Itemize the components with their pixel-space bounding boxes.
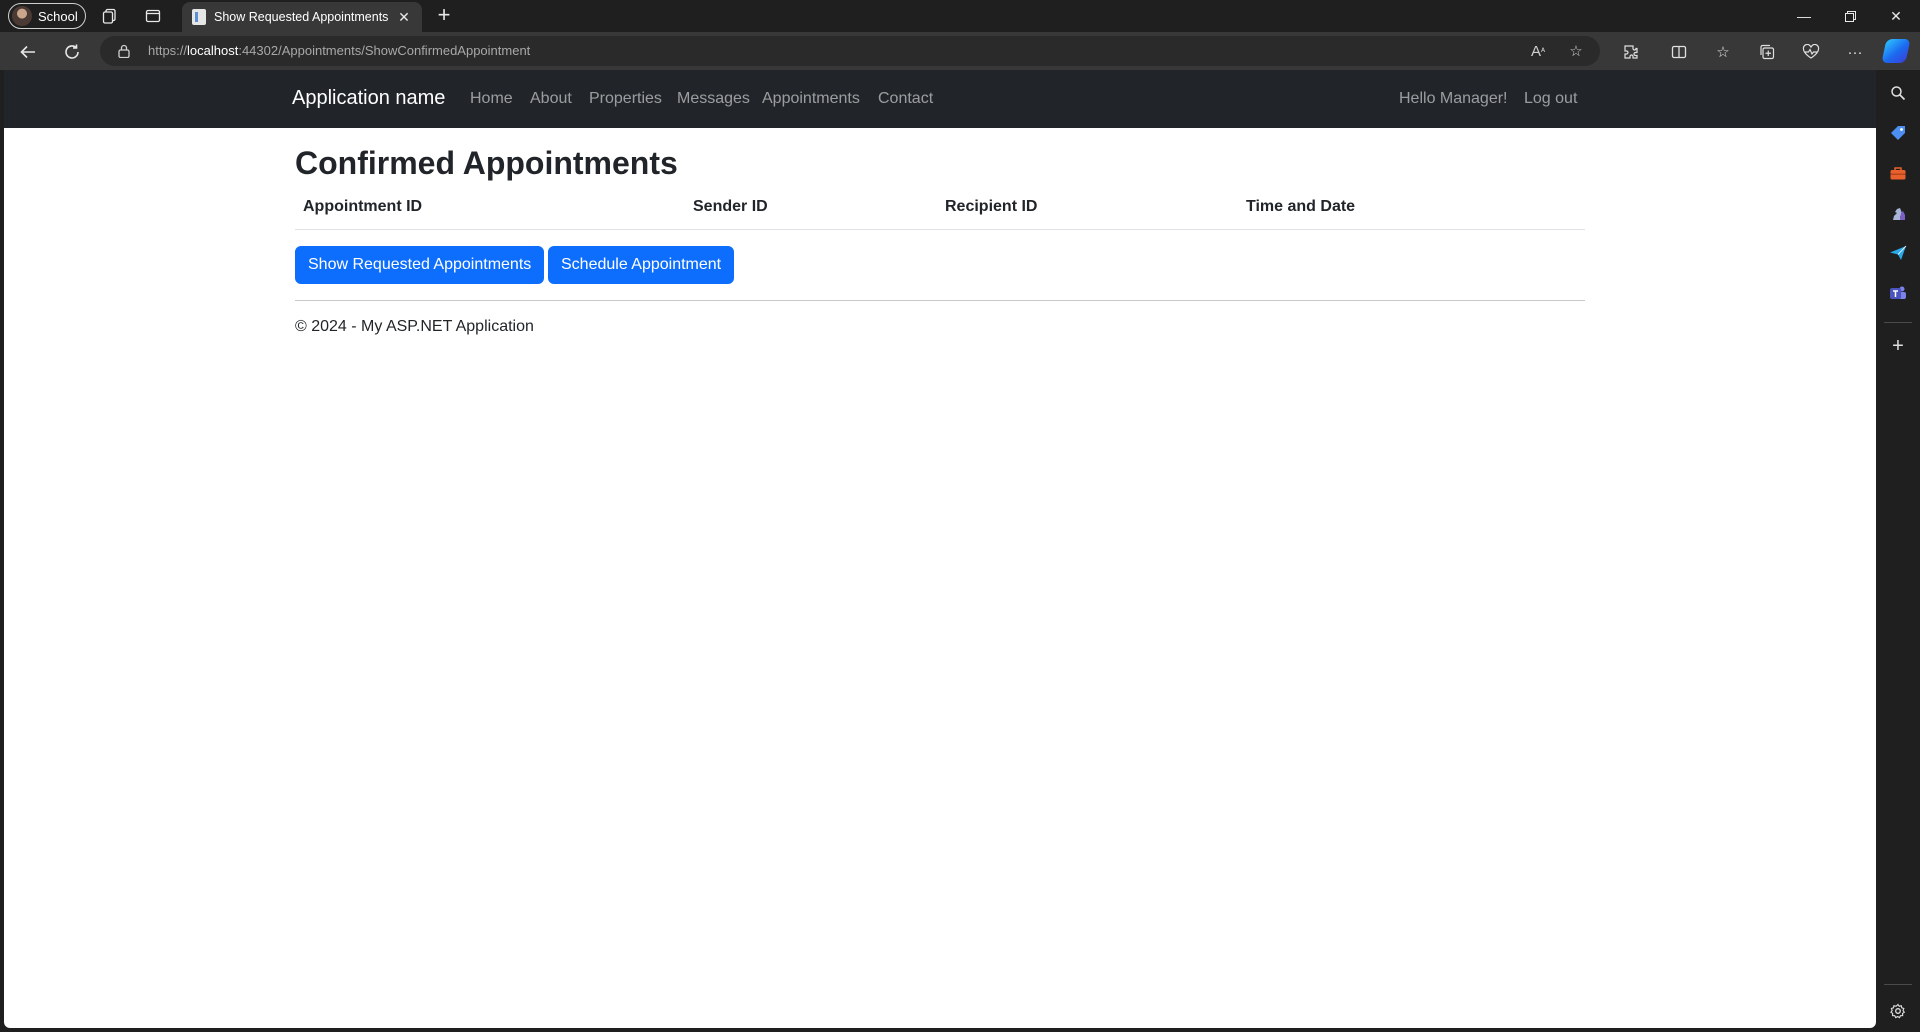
profile-avatar [12, 6, 32, 26]
tab-title: Show Requested Appointments [214, 10, 388, 24]
favorite-star-icon[interactable]: ☆ [1566, 41, 1586, 61]
collections-icon[interactable] [1756, 41, 1778, 63]
profile-label: School [38, 8, 78, 24]
browser-sidebar: + [1876, 70, 1920, 1032]
sidebar-separator [1884, 984, 1912, 985]
read-aloud-icon[interactable]: Aᴬ [1528, 41, 1548, 61]
send-icon[interactable] [1887, 242, 1909, 264]
nav-link-contact[interactable]: Contact [878, 90, 933, 108]
url-path: :44302/Appointments/ShowConfirmedAppoint… [238, 43, 531, 58]
profile-button[interactable]: School [8, 3, 86, 29]
workspaces-icon[interactable] [100, 6, 120, 26]
copilot-icon[interactable] [1881, 39, 1911, 63]
restore-icon[interactable] [1828, 0, 1872, 32]
tag-icon[interactable] [1887, 122, 1909, 144]
nav-link-properties[interactable]: Properties [589, 90, 662, 108]
column-header-recipient-id: Recipient ID [945, 198, 1038, 215]
back-icon[interactable] [14, 38, 42, 66]
schedule-appointment-button[interactable]: Schedule Appointment [548, 246, 735, 284]
url-host: localhost [187, 43, 239, 58]
site-navbar: Application name Home About Properties M… [4, 70, 1876, 128]
footer-divider [295, 300, 1585, 301]
show-requested-appointments-button[interactable]: Show Requested Appointments [295, 246, 545, 284]
close-window-icon[interactable]: ✕ [1874, 0, 1918, 32]
brand-link[interactable]: Application name [292, 87, 445, 110]
extensions-icon[interactable] [1620, 41, 1642, 63]
column-header-time-and-date: Time and Date [1246, 198, 1356, 215]
page-title: Confirmed Appointments [295, 145, 678, 181]
settings-icon[interactable] [1887, 1000, 1909, 1022]
split-screen-icon[interactable] [1668, 41, 1690, 63]
nav-link-messages[interactable]: Messages [677, 90, 750, 108]
toolbox-icon[interactable] [1887, 162, 1909, 184]
user-greeting-link[interactable]: Hello Manager! [1399, 90, 1508, 108]
chess-icon[interactable] [1887, 202, 1909, 224]
sidebar-separator [1884, 322, 1912, 323]
logout-link[interactable]: Log out [1524, 90, 1577, 108]
address-bar[interactable]: https://localhost:44302/Appointments/Sho… [100, 36, 1600, 66]
active-tab[interactable]: Show Requested Appointments ✕ [182, 2, 422, 32]
browser-toolbar: https://localhost:44302/Appointments/Sho… [0, 32, 1920, 70]
favorites-icon[interactable]: ☆ [1712, 41, 1734, 63]
refresh-icon[interactable] [58, 38, 86, 66]
url-scheme: https:// [148, 43, 188, 58]
url-text[interactable]: https://localhost:44302/Appointments/Sho… [148, 43, 530, 58]
page-viewport: Application name Home About Properties M… [4, 70, 1876, 1028]
more-menu-icon[interactable]: ··· [1844, 41, 1866, 63]
search-icon[interactable] [1887, 82, 1909, 104]
nav-link-appointments[interactable]: Appointments [762, 90, 860, 108]
browser-tab-bar: School Show Requested Appointments ✕ + —… [0, 0, 1920, 32]
nav-link-about[interactable]: About [530, 90, 572, 108]
add-icon[interactable]: + [1887, 335, 1909, 357]
browser-essentials-icon[interactable] [1800, 41, 1822, 63]
column-header-appointment-id: Appointment ID [303, 198, 423, 215]
nav-link-home[interactable]: Home [470, 90, 513, 108]
footer-copyright: © 2024 - My ASP.NET Application [295, 318, 534, 335]
column-header-sender-id: Sender ID [693, 198, 768, 215]
page-favicon-icon [192, 9, 206, 25]
appointments-table-header: Appointment ID Sender ID Recipient ID Ti… [295, 198, 1585, 230]
teams-icon[interactable] [1887, 282, 1909, 304]
tab-close-icon[interactable]: ✕ [396, 9, 412, 26]
minimize-icon[interactable]: — [1782, 0, 1826, 32]
lock-icon[interactable] [118, 44, 130, 58]
new-tab-icon[interactable]: + [432, 4, 456, 28]
tab-actions-icon[interactable] [143, 6, 163, 26]
